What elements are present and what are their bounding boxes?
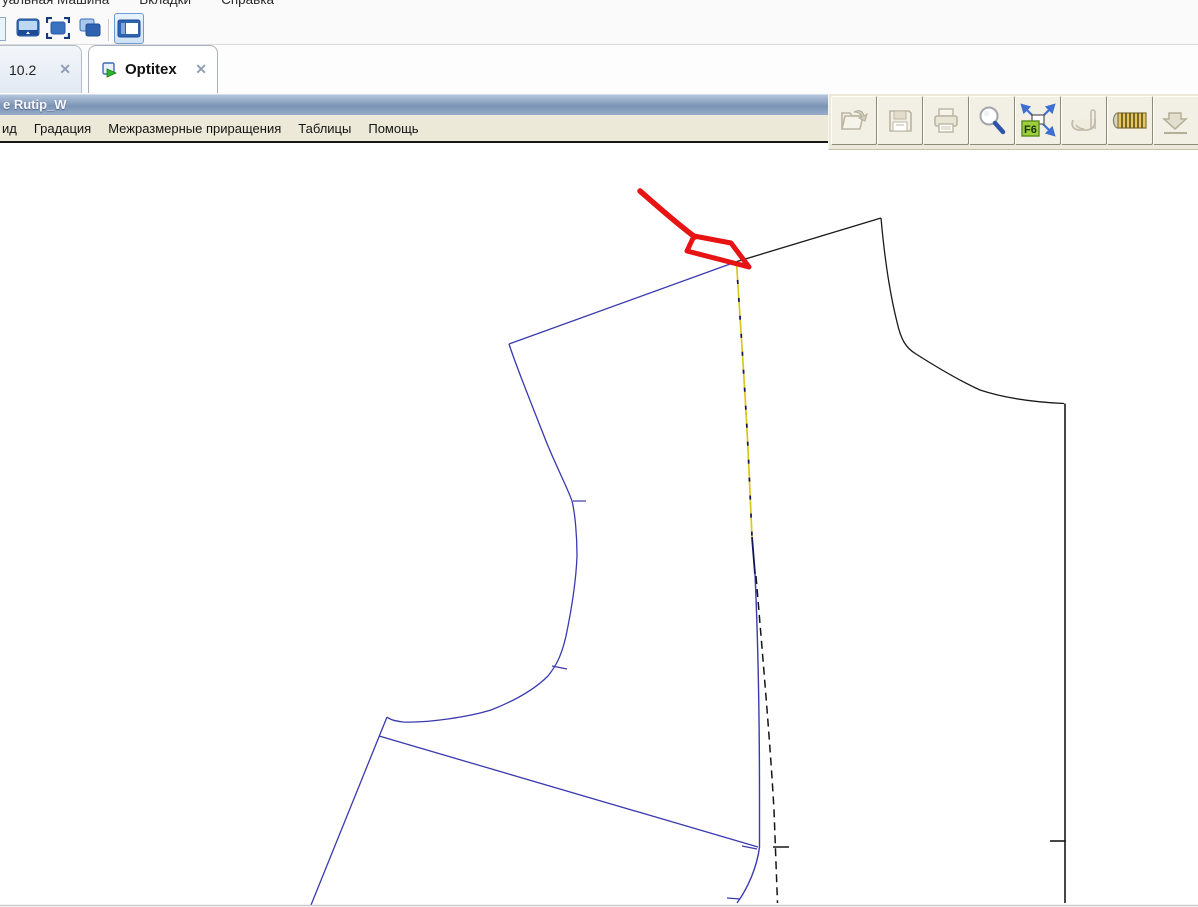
magnifier-icon: [979, 106, 1006, 134]
menu-intersize-increments[interactable]: Межразмерные приращения: [108, 121, 281, 136]
menu-help[interactable]: Помощь: [368, 121, 418, 136]
tab-10-2[interactable]: 10.2 ✕: [0, 45, 82, 93]
3d-piece-icon: [1071, 108, 1096, 131]
window-partial-icon[interactable]: [0, 17, 6, 41]
red-arrow-shaft: [637, 188, 698, 240]
close-icon[interactable]: ✕: [59, 61, 71, 78]
optitex-app-icon: [102, 62, 117, 78]
center-blue-vert: [736, 573, 761, 904]
red-arrow-head: [684, 233, 752, 270]
floppy-disk-icon: [889, 109, 912, 132]
window-title-bar: e Rutip_W: [0, 94, 828, 115]
center-join: [751, 536, 756, 575]
app-menu-bar: ид Градация Межразмерные приращения Табл…: [0, 115, 830, 143]
fullscreen-icon[interactable]: [46, 17, 70, 39]
tab-strip: 10.2 ✕ Optitex ✕: [0, 45, 1198, 94]
svg-text:F6: F6: [1024, 124, 1037, 136]
side-seam: [310, 716, 388, 906]
measure-button[interactable]: [1107, 96, 1153, 145]
preview-pane-button[interactable]: [114, 13, 144, 44]
piece-3d-button[interactable]: [1061, 96, 1107, 145]
tab-label: 10.2: [9, 61, 37, 78]
printer-icon: [934, 107, 958, 133]
vm-menu-machine[interactable]: уальная Машина: [2, 0, 109, 7]
open-button[interactable]: [831, 96, 877, 145]
vm-menu-bar: уальная Машина Вкладки Справка: [0, 0, 1198, 10]
shoulder-line: [508, 260, 738, 345]
vm-menu-tabs[interactable]: Вкладки: [139, 0, 191, 7]
measuring-tape-icon: [1112, 111, 1147, 129]
neck-top-line: [736, 217, 882, 263]
armhole-curve: [386, 343, 578, 723]
save-button[interactable]: [877, 96, 923, 145]
zoom-fit-button[interactable]: F6: [1015, 96, 1061, 145]
window-title: e Rutip_W: [3, 97, 67, 112]
fit-arrows-icon: F6: [1020, 102, 1056, 137]
display-icon[interactable]: [16, 17, 40, 39]
vm-toolbar: [0, 10, 1198, 44]
center-bottom-notch: [726, 897, 741, 900]
menu-grading[interactable]: Градация: [34, 121, 91, 136]
drop-button[interactable]: [1153, 96, 1198, 145]
preview-pane-icon: [117, 19, 141, 38]
down-arrow-icon: [1162, 111, 1188, 134]
tab-optitex[interactable]: Optitex ✕: [88, 45, 218, 93]
vm-menu-help[interactable]: Справка: [221, 0, 274, 7]
toolbar-separator: [108, 19, 110, 41]
print-button[interactable]: [923, 96, 969, 145]
open-folder-icon: [840, 109, 868, 130]
vm-top-chrome: уальная Машина Вкладки Справка: [0, 0, 1198, 44]
menu-view[interactable]: ид: [2, 121, 17, 136]
tab-label: Optitex: [125, 61, 177, 78]
neckline-curve: [880, 217, 1065, 405]
close-icon[interactable]: ✕: [195, 61, 207, 78]
app-toolbar: F6: [828, 94, 1198, 150]
zoom-button[interactable]: [969, 96, 1015, 145]
seamless-windows-icon[interactable]: [78, 17, 102, 39]
dart-line: [378, 735, 759, 848]
menu-tables[interactable]: Таблицы: [298, 121, 351, 136]
